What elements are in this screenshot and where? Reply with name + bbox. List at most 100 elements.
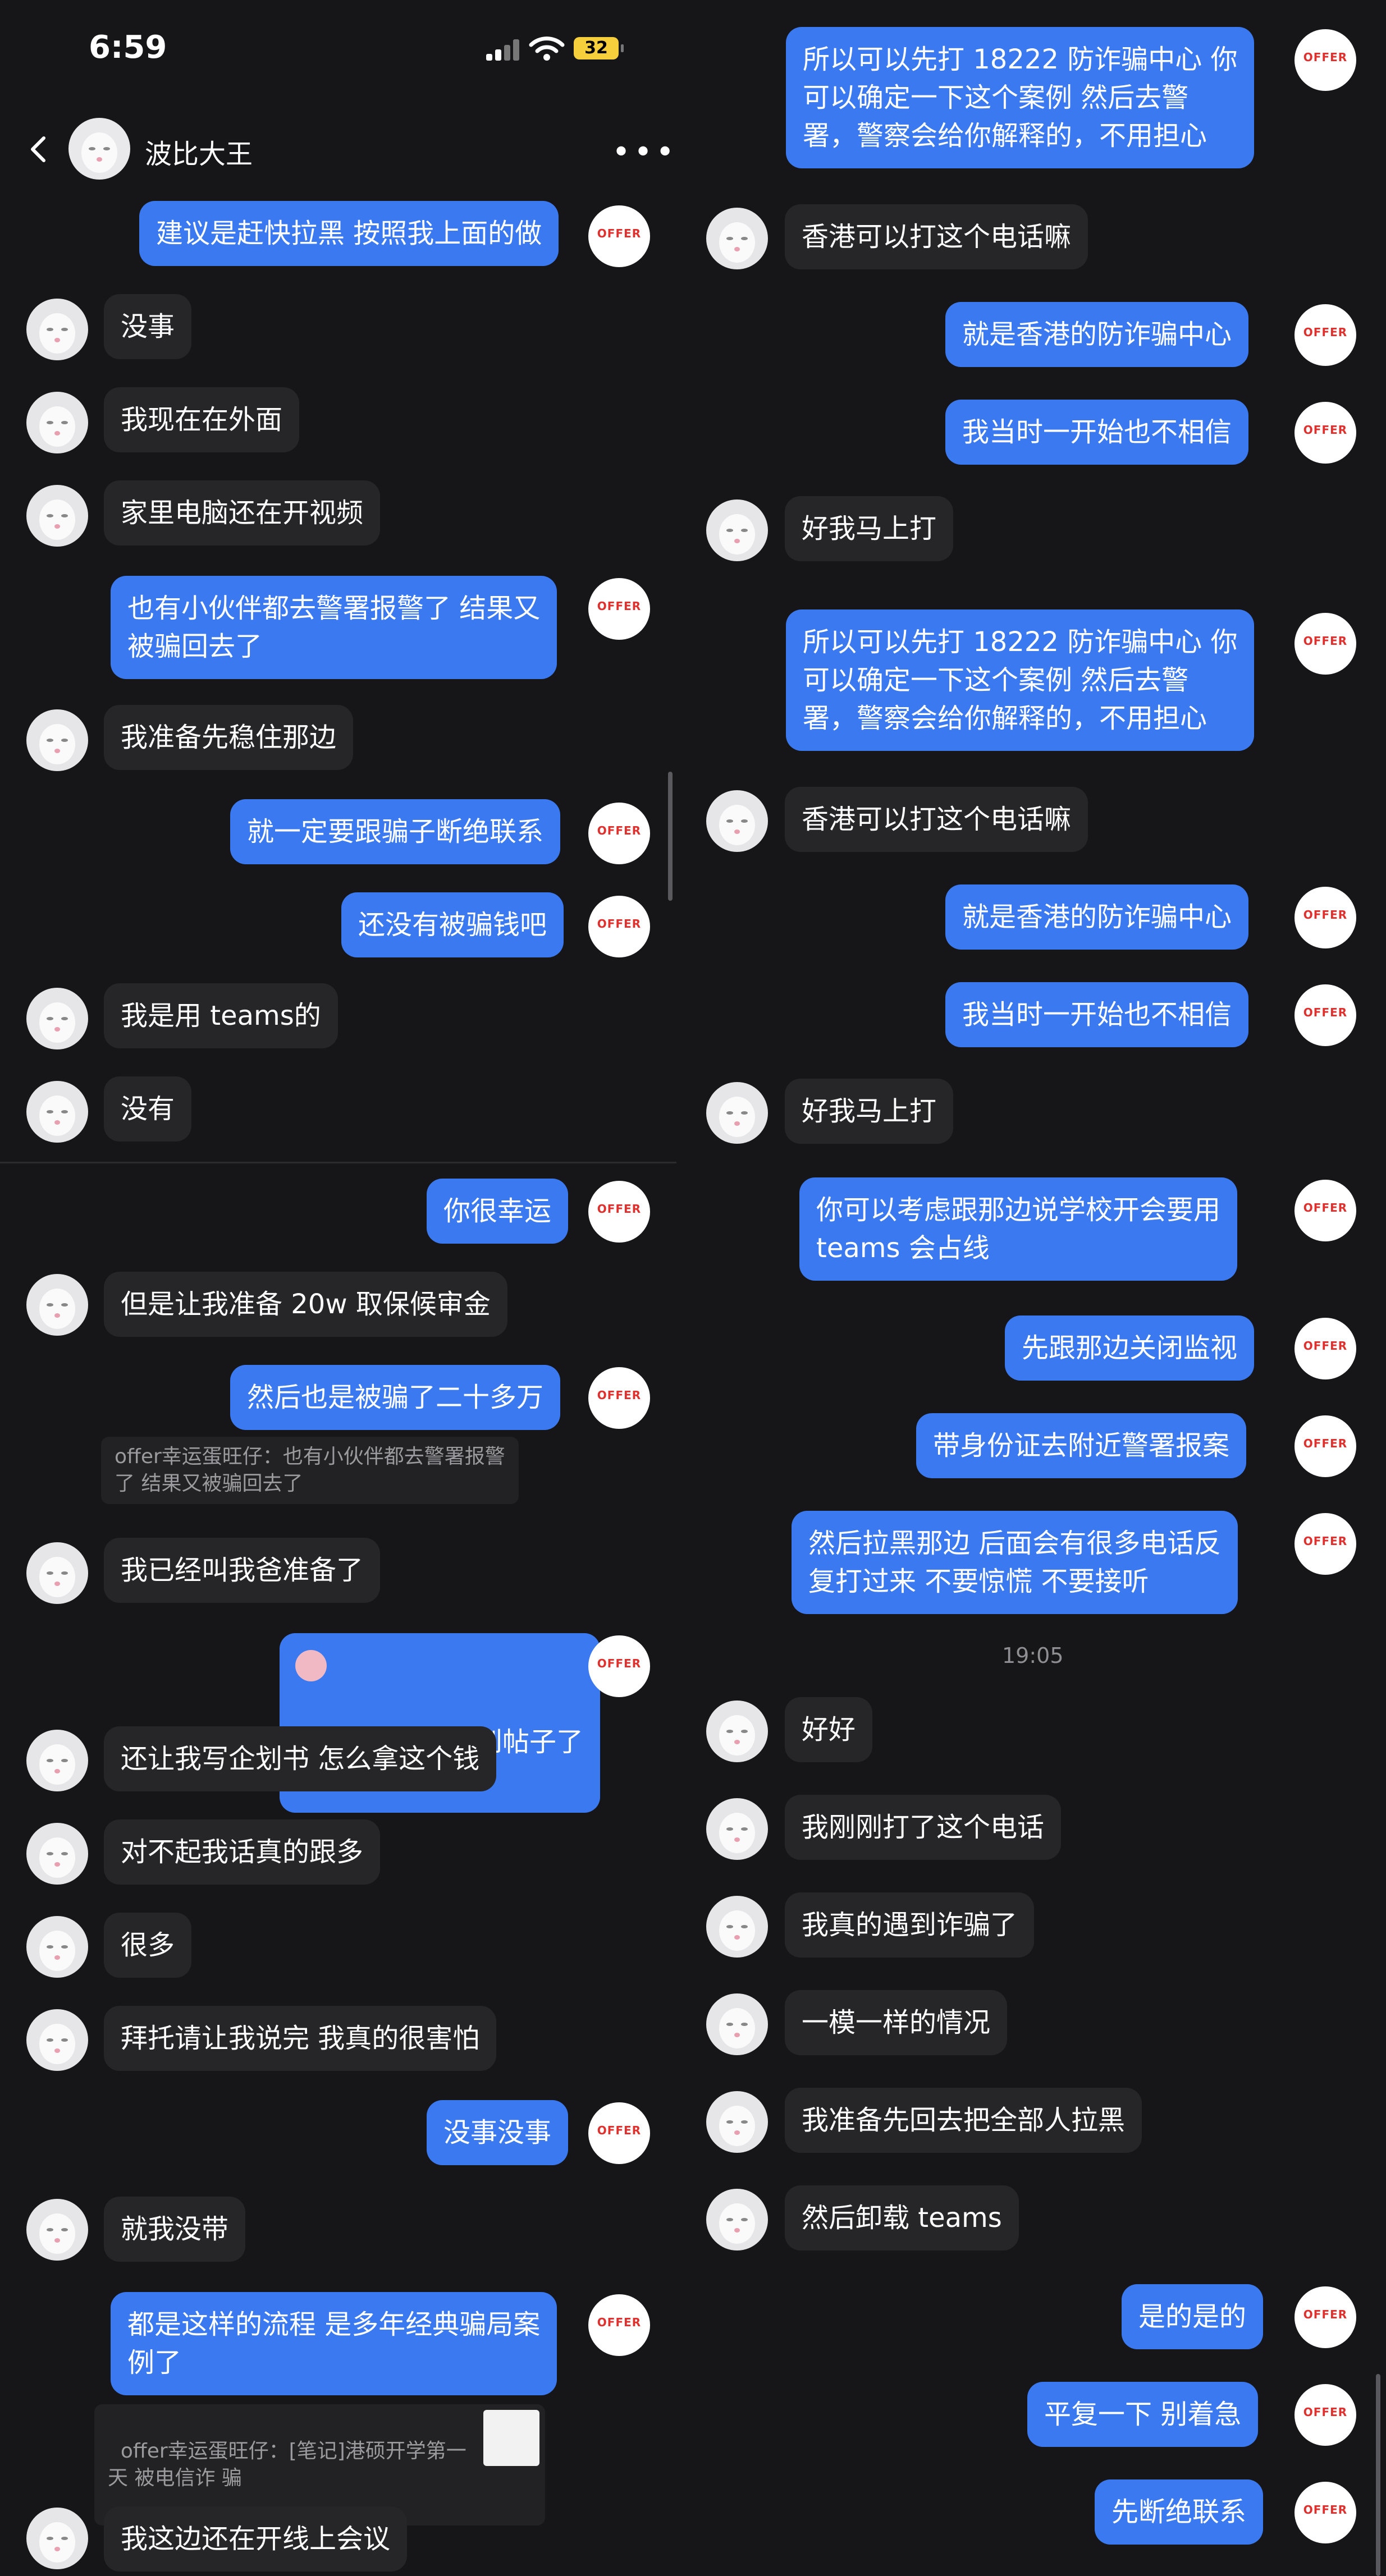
user-avatar[interactable]: OFFER: [588, 1367, 650, 1429]
message-bubble[interactable]: 我准备先稳住那边: [104, 705, 354, 770]
message-bubble[interactable]: 我当时一开始也不相信: [945, 982, 1249, 1047]
contact-avatar[interactable]: [26, 988, 88, 1049]
user-avatar[interactable]: OFFER: [1294, 1513, 1356, 1575]
message-bubble[interactable]: 好好: [785, 1697, 873, 1762]
wifi-icon: [529, 36, 565, 61]
message-bubble[interactable]: 我准备先回去把全部人拉黑: [785, 2088, 1142, 2153]
message-bubble[interactable]: 好我马上打: [785, 496, 954, 561]
contact-avatar[interactable]: [26, 1823, 88, 1885]
user-avatar[interactable]: OFFER: [1294, 984, 1356, 1046]
contact-name[interactable]: 波比大王: [145, 132, 253, 171]
message-bubble[interactable]: 然后卸载 teams: [785, 2185, 1019, 2250]
message-bubble[interactable]: 平复一下 别着急: [1027, 2382, 1259, 2447]
message-bubble[interactable]: 就我没带: [104, 2197, 246, 2262]
contact-avatar[interactable]: [26, 392, 88, 453]
contact-avatar[interactable]: [26, 299, 88, 360]
message-bubble[interactable]: 所以可以先打 18222 防诈骗中心 你 可以确定一下这个案例 然后去警 署，警…: [786, 27, 1255, 168]
user-avatar[interactable]: OFFER: [588, 803, 650, 864]
scrollbar[interactable]: [1376, 2374, 1380, 2576]
user-avatar[interactable]: OFFER: [1294, 2286, 1356, 2348]
contact-avatar[interactable]: [706, 1082, 768, 1144]
message-bubble[interactable]: 没有: [104, 1076, 192, 1142]
contact-avatar[interactable]: [706, 499, 768, 561]
contact-avatar[interactable]: [706, 2091, 768, 2153]
message-bubble[interactable]: 很多: [104, 1913, 192, 1978]
user-avatar[interactable]: OFFER: [1294, 304, 1356, 366]
message-bubble[interactable]: 我当时一开始也不相信: [945, 400, 1249, 465]
user-avatar[interactable]: OFFER: [1294, 2384, 1356, 2446]
contact-avatar[interactable]: [26, 1081, 88, 1143]
more-options-icon[interactable]: •••: [612, 137, 678, 168]
message-bubble[interactable]: 是的是的: [1122, 2284, 1264, 2349]
user-avatar[interactable]: OFFER: [1294, 613, 1356, 675]
message-bubble[interactable]: 还没有被骗钱吧: [341, 892, 564, 957]
user-avatar[interactable]: OFFER: [1294, 1180, 1356, 1241]
message-bubble[interactable]: 家里电脑还在开视频: [104, 480, 381, 546]
contact-avatar[interactable]: [26, 1274, 88, 1336]
back-chevron-icon[interactable]: [27, 136, 49, 163]
message-bubble[interactable]: 就一定要跟骗子断绝联系: [230, 799, 561, 864]
message-bubble[interactable]: 但是让我准备 20w 取保候审金: [104, 1272, 507, 1337]
message-bubble[interactable]: 你很幸运: [427, 1179, 569, 1244]
contact-avatar[interactable]: [706, 790, 768, 852]
user-avatar[interactable]: OFFER: [1294, 402, 1356, 464]
user-avatar[interactable]: OFFER: [588, 2102, 650, 2164]
contact-avatar[interactable]: [706, 208, 768, 269]
contact-avatar[interactable]: [706, 1993, 768, 2055]
message-bubble[interactable]: 也有小伙伴都去警署报警了 结果又 被骗回去了: [111, 576, 557, 679]
message-bubble[interactable]: 香港可以打这个电话嘛: [785, 787, 1088, 852]
user-avatar[interactable]: OFFER: [1294, 887, 1356, 948]
message-bubble[interactable]: 先跟那边关闭监视: [1005, 1315, 1255, 1381]
offer-logo-text: OFFER: [597, 1202, 642, 1216]
contact-avatar[interactable]: [26, 2009, 88, 2071]
user-avatar[interactable]: OFFER: [588, 578, 650, 640]
message-bubble[interactable]: 带身份证去附近警署报案: [916, 1413, 1247, 1478]
message-bubble[interactable]: 然后拉黑那边 后面会有很多电话反 复打过来 不要惊慌 不要接听: [792, 1511, 1238, 1614]
user-avatar[interactable]: OFFER: [588, 2294, 650, 2356]
contact-avatar[interactable]: [26, 1916, 88, 1978]
user-avatar[interactable]: OFFER: [588, 205, 650, 267]
user-avatar[interactable]: OFFER: [1294, 2482, 1356, 2543]
user-avatar[interactable]: OFFER: [588, 1181, 650, 1243]
message-bubble[interactable]: 就是香港的防诈骗中心: [945, 884, 1249, 950]
message-bubble[interactable]: 没事: [104, 294, 192, 359]
message-bubble[interactable]: 我是用 teams的: [104, 983, 338, 1048]
contact-avatar[interactable]: [706, 1700, 768, 1762]
message-bubble[interactable]: 香港可以打这个电话嘛: [785, 204, 1088, 269]
message-bubble[interactable]: 我刚刚打了这个电话: [785, 1795, 1062, 1860]
scrollbar[interactable]: [668, 772, 673, 901]
contact-avatar[interactable]: [68, 118, 130, 180]
contact-avatar[interactable]: [26, 1542, 88, 1604]
message-bubble[interactable]: 一模一样的情况: [785, 1990, 1008, 2055]
message-bubble[interactable]: 建议是赶快拉黑 按照我上面的做: [139, 201, 559, 266]
user-avatar[interactable]: OFFER: [1294, 1318, 1356, 1379]
message-bubble[interactable]: 我这边还在开线上会议: [104, 2506, 408, 2572]
message-bubble[interactable]: 没事没事: [427, 2100, 569, 2165]
user-avatar[interactable]: OFFER: [1294, 29, 1356, 91]
contact-avatar[interactable]: [26, 2199, 88, 2261]
contact-avatar[interactable]: [26, 2508, 88, 2569]
message-bubble[interactable]: 然后也是被骗了二十多万: [230, 1365, 561, 1430]
message-bubble[interactable]: 我真的遇到诈骗了: [785, 1892, 1035, 1958]
user-avatar[interactable]: OFFER: [588, 1635, 650, 1697]
message-bubble[interactable]: 拜托请让我说完 我真的很害怕: [104, 2006, 497, 2071]
contact-avatar[interactable]: [706, 1896, 768, 1958]
contact-avatar[interactable]: [26, 709, 88, 771]
message-bubble[interactable]: 你可以考虑跟那边说学校开会要用 teams 会占线: [799, 1177, 1238, 1281]
user-avatar[interactable]: OFFER: [588, 896, 650, 957]
message-bubble[interactable]: 先断绝联系: [1095, 2479, 1264, 2545]
user-avatar[interactable]: OFFER: [1294, 1415, 1356, 1477]
message-bubble[interactable]: 我已经叫我爸准备了: [104, 1538, 381, 1603]
contact-avatar[interactable]: [26, 485, 88, 547]
message-bubble[interactable]: 所以可以先打 18222 防诈骗中心 你 可以确定一下这个案例 然后去警 署，警…: [786, 609, 1255, 751]
contact-avatar[interactable]: [706, 2189, 768, 2250]
message-bubble[interactable]: 好我马上打: [785, 1079, 954, 1144]
message-bubble[interactable]: 对不起我话真的跟多: [104, 1819, 381, 1885]
message-bubble[interactable]: 我现在在外面: [104, 387, 300, 452]
contact-avatar[interactable]: [26, 1730, 88, 1791]
message-bubble[interactable]: 就是香港的防诈骗中心: [945, 302, 1249, 367]
message-bubble[interactable]: 都是这样的流程 是多年经典骗局案 例了: [111, 2292, 557, 2395]
contact-avatar[interactable]: [706, 1798, 768, 1860]
quoted-reply[interactable]: offer幸运蛋旺仔：也有小伙伴都去警署报警 了 结果又被骗回去了: [101, 1437, 519, 1504]
message-bubble[interactable]: 还让我写企划书 怎么拿这个钱: [104, 1726, 497, 1791]
